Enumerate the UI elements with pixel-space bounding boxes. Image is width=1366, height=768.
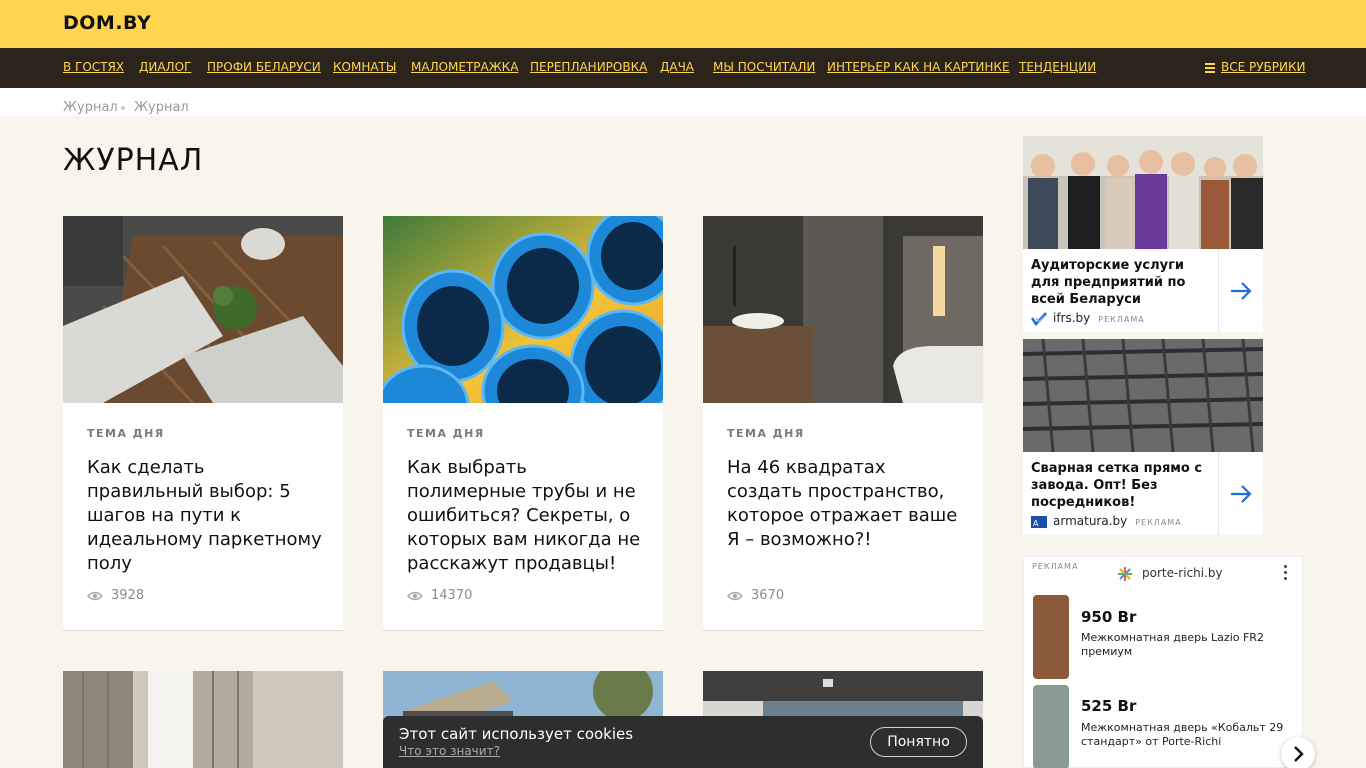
breadcrumb-separator <box>121 106 125 110</box>
ad-divider <box>1218 249 1219 332</box>
cookie-info-link[interactable]: Что это значит? <box>399 744 500 758</box>
cookie-accept-button[interactable]: Понятно <box>870 727 967 757</box>
site-logo[interactable]: DOM.BY <box>63 12 151 34</box>
ad-text[interactable]: Сварная сетка прямо с завода. Опт! Без п… <box>1031 460 1206 511</box>
article-card[interactable]: ТЕМА ДНЯ На 46 квадратах создать простра… <box>703 216 983 631</box>
product-ad-porte-richi[interactable]: РЕКЛАМА porte-richi.by 950 Br Межкомнатн… <box>1023 556 1315 768</box>
ad-label: РЕКЛАМА <box>1098 315 1145 324</box>
card-title[interactable]: Как выбрать полимерные трубы и не ошибит… <box>407 456 643 576</box>
armatura-logo-icon: A <box>1031 516 1047 528</box>
product-price: 525 Br <box>1081 697 1137 715</box>
cookie-text: Этот сайт использует cookies <box>399 725 634 743</box>
article-image[interactable] <box>63 671 343 768</box>
all-rubrics-link[interactable]: ВСЕ РУБРИКИ <box>1221 60 1306 74</box>
article-image[interactable] <box>383 216 663 403</box>
ifrs-logo-icon <box>1031 312 1047 326</box>
card-title[interactable]: Как сделать правильный выбор: 5 шагов на… <box>87 456 323 576</box>
ad-label: РЕКЛАМА <box>1135 518 1182 527</box>
eye-icon <box>727 591 743 601</box>
chevron-right-icon <box>1294 746 1304 762</box>
eye-icon <box>87 591 103 601</box>
ad-site-name[interactable]: armatura.by <box>1053 514 1127 528</box>
product-name[interactable]: Межкомнатная дверь «Кобальт 29 стандарт»… <box>1081 721 1291 749</box>
nav-item-v-gostyah[interactable]: В ГОСТЯХ <box>63 60 124 74</box>
nav-item-pereplanirovka[interactable]: ПЕРЕПЛАНИРОВКА <box>530 60 647 74</box>
product-image[interactable] <box>1033 595 1069 679</box>
svg-text:A: A <box>1033 519 1039 528</box>
article-image[interactable] <box>703 216 983 403</box>
ad-banner-armatura[interactable]: Сварная сетка прямо с завода. Опт! Без п… <box>1023 339 1263 535</box>
ad-banner-ifrs[interactable]: Аудиторские услуги для предприятий по вс… <box>1023 136 1263 332</box>
cookie-banner: Этот сайт использует cookies Что это зна… <box>383 716 983 768</box>
ad-label: РЕКЛАМА <box>1032 562 1079 571</box>
carousel-next-button[interactable] <box>1281 737 1315 768</box>
nav-item-malometrazhka[interactable]: МАЛОМЕТРАЖКА <box>411 60 518 74</box>
eye-icon <box>407 591 423 601</box>
nav-item-profi[interactable]: ПРОФИ БЕЛАРУСИ <box>207 60 321 74</box>
views-count: 14370 <box>431 588 473 603</box>
nav-item-dialog[interactable]: ДИАЛОГ <box>139 60 191 74</box>
card-tag: ТЕМА ДНЯ <box>407 427 485 440</box>
arrow-right-icon[interactable] <box>1230 484 1252 504</box>
breadcrumb: Журнал Журнал <box>0 88 1366 116</box>
nav-item-dacha[interactable]: ДАЧА <box>660 60 694 74</box>
nav-item-interer[interactable]: ИНТЕРЬЕР КАК НА КАРТИНКЕ <box>827 60 1010 74</box>
breadcrumb-item[interactable]: Журнал <box>63 100 118 115</box>
article-card[interactable] <box>63 671 343 768</box>
menu-icon[interactable] <box>1205 63 1215 73</box>
arrow-right-icon[interactable] <box>1230 281 1252 301</box>
product-image[interactable] <box>1033 685 1069 768</box>
product-name[interactable]: Межкомнатная дверь Lazio FR2 премиум <box>1081 631 1291 659</box>
article-card[interactable]: ТЕМА ДНЯ Как выбрать полимерные трубы и … <box>383 216 663 631</box>
ad-divider <box>1218 452 1219 535</box>
card-tag: ТЕМА ДНЯ <box>87 427 165 440</box>
more-options-icon[interactable] <box>1284 565 1288 581</box>
page-title: ЖУРНАЛ <box>63 143 204 178</box>
porte-richi-logo-icon <box>1118 567 1132 581</box>
ad-site: armatura.by РЕКЛАМА <box>1053 514 1182 528</box>
ad-site-name[interactable]: porte-richi.by <box>1142 566 1223 580</box>
card-tag: ТЕМА ДНЯ <box>727 427 805 440</box>
views-count: 3670 <box>751 588 785 603</box>
ad-image[interactable] <box>1023 136 1263 249</box>
article-card[interactable]: ТЕМА ДНЯ Как сделать правильный выбор: 5… <box>63 216 343 631</box>
ad-text[interactable]: Аудиторские услуги для предприятий по вс… <box>1031 257 1206 308</box>
ad-site: ifrs.by РЕКЛАМА <box>1053 311 1145 325</box>
nav-item-komnaty[interactable]: КОМНАТЫ <box>333 60 396 74</box>
category-nav: В ГОСТЯХ ДИАЛОГ ПРОФИ БЕЛАРУСИ КОМНАТЫ М… <box>0 48 1366 88</box>
product-price: 950 Br <box>1081 608 1137 626</box>
ad-site-name[interactable]: ifrs.by <box>1053 311 1090 325</box>
nav-item-my-poschitali[interactable]: МЫ ПОСЧИТАЛИ <box>713 60 815 74</box>
article-image[interactable] <box>63 216 343 403</box>
card-title[interactable]: На 46 квадратах создать пространство, ко… <box>727 456 963 552</box>
views-count: 3928 <box>111 588 145 603</box>
breadcrumb-item-current: Журнал <box>134 100 189 115</box>
nav-item-tendencii[interactable]: ТЕНДЕНЦИИ <box>1019 60 1096 74</box>
ad-image[interactable] <box>1023 339 1263 452</box>
top-header: DOM.BY <box>0 0 1366 48</box>
